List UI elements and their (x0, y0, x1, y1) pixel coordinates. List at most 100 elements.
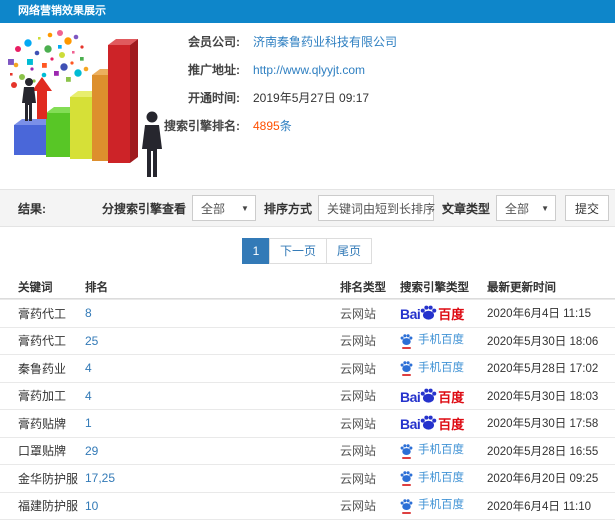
updated-time-cell: 2020年6月4日 11:10 (487, 500, 591, 513)
results-table: 关键词 排名 排名类型 搜索引擎类型 最新更新时间 膏药代工 8 云网站 Bai 百度 2020年… (0, 275, 615, 520)
last-page-button[interactable]: 尾页 (326, 238, 373, 264)
dropdown-arrow-icon: ▼ (541, 203, 549, 213)
rank-type-cell: 云网站 (340, 334, 377, 349)
bar-red (108, 39, 138, 163)
baidu-logo-cn: 百度 (438, 417, 465, 433)
sort-filter-label: 排序方式 (263, 201, 312, 216)
rank-cell[interactable]: 1 (85, 416, 340, 430)
table-row: 福建防护服 10 云网站 手机百度 2020年6月4日 11:10 (0, 491, 615, 520)
keyword-cell: 秦鲁药业 (18, 361, 67, 376)
submit-button[interactable]: 提交 (564, 195, 609, 221)
baidu-logo-bai: Bai (400, 306, 421, 323)
column-header: 排名类型 (340, 281, 386, 294)
rank-type-cell: 云网站 (340, 499, 377, 514)
keyword-cell: 金华防护服 (18, 471, 79, 486)
mobile-baidu-paw-icon (400, 470, 413, 487)
count-suffix: 条 (279, 119, 292, 133)
engine-filter-select[interactable]: 全部 ▼ (191, 195, 256, 221)
info-value: 4895 (253, 118, 280, 133)
mobile-baidu-label: 手机百度 (418, 334, 464, 346)
window-title-bar: 网络营销效果展示 (0, 0, 615, 23)
updated-time-cell: 2020年5月28日 16:55 (487, 445, 599, 458)
mobile-baidu-paw-icon (400, 333, 413, 349)
baidu-logo: Bai 百度 (400, 414, 464, 431)
engine-cell: 手机百度 (400, 443, 487, 459)
table-row: 金华防护服 17,25 云网站 手机百度 2020年6月20日 09:25 (0, 464, 615, 492)
rank-cell[interactable]: 10 (85, 499, 340, 513)
column-header: 排名 (85, 281, 108, 294)
mobile-baidu-logo: 手机百度 (400, 443, 464, 459)
rank-cell[interactable]: 17,25 (85, 471, 340, 485)
engine-cell: 手机百度 (400, 470, 487, 487)
rank-cell[interactable]: 8 (85, 306, 340, 320)
rank-cell[interactable]: 25 (85, 334, 340, 348)
info-label: 会员公司: (188, 35, 240, 49)
engine-cell: Bai 百度 (400, 387, 487, 405)
engine-cell: Bai 百度 (400, 414, 487, 432)
baidu-logo-bai: Bai (400, 388, 421, 405)
info-row: 开通时间: 2019年5月27日 09:17 (138, 91, 397, 105)
keyword-cell: 口罩贴牌 (18, 444, 67, 459)
mobile-baidu-label: 手机百度 (418, 361, 464, 374)
filter-bar: 结果: 分搜索引擎查看 全部 ▼ 排序方式 关键词由短到长排序 ▼ 文章类型 全部 ▼ 提交 (0, 189, 615, 227)
mobile-baidu-underline (402, 346, 411, 349)
keyword-cell: 福建防护服 (18, 499, 79, 514)
rank-cell[interactable]: 4 (85, 389, 340, 403)
info-value[interactable]: 济南秦鲁药业科技有限公司 (253, 33, 397, 50)
info-label: 开通时间: (188, 91, 240, 105)
mobile-baidu-logo: 手机百度 (400, 360, 464, 377)
mobile-baidu-paw-icon (400, 360, 413, 377)
info-label: 推广地址: (188, 63, 240, 77)
article-type-filter-select[interactable]: 全部 ▼ (495, 195, 556, 221)
baidu-logo-bai: Bai (400, 416, 421, 433)
info-row: 搜索引擎排名: 4895 条 (138, 118, 397, 134)
page: 网络营销效果展示 会员公司: 济南秦鲁药业科技有限公司 推广地址: http:/… (0, 0, 615, 520)
info-row: 会员公司: 济南秦鲁药业科技有限公司 (138, 33, 397, 50)
baidu-paw-icon (421, 415, 437, 430)
rank-cell[interactable]: 29 (85, 444, 340, 458)
businessman-left (22, 78, 36, 121)
info-value[interactable]: http://www.qlyyjt.com (253, 63, 365, 77)
keyword-cell: 膏药代工 (18, 334, 67, 349)
updated-time-cell: 2020年5月30日 18:06 (487, 335, 599, 348)
baidu-paw-icon (421, 305, 437, 320)
updated-time-cell: 2020年6月20日 09:25 (487, 473, 599, 486)
mobile-baidu-paw-icon (400, 443, 413, 459)
table-row: 膏药代工 8 云网站 Bai 百度 2020年6月4日 11:15 (0, 299, 615, 327)
top-section: 会员公司: 济南秦鲁药业科技有限公司 推广地址: http://www.qlyyjt.… (0, 23, 615, 189)
mobile-baidu-label: 手机百度 (418, 471, 464, 484)
engine-cell: 手机百度 (400, 333, 487, 349)
rank-cell[interactable]: 4 (85, 361, 340, 375)
filter-group: 分搜索引擎查看 全部 ▼ 排序方式 关键词由短到长排序 ▼ 文章类型 全部 ▼ 提交 (94, 195, 609, 221)
next-page-button[interactable]: 下一页 (268, 238, 327, 264)
rank-type-cell: 云网站 (340, 416, 377, 431)
table-row: 膏药加工 4 云网站 Bai 百度 2020年5月30日 18:03 (0, 381, 615, 410)
mobile-baidu-paw-icon (400, 498, 413, 514)
baidu-logo: Bai 百度 (400, 387, 464, 404)
rank-type-cell: 云网站 (340, 306, 377, 321)
column-header: 最新更新时间 (487, 281, 556, 294)
page-1-button[interactable]: 1 (241, 238, 270, 264)
mobile-baidu-logo: 手机百度 (400, 333, 464, 349)
column-header: 搜索引擎类型 (400, 281, 469, 294)
table-body: 膏药代工 8 云网站 Bai 百度 2020年6月4日 11:15 膏药代工 25 云网站 手机百… (0, 299, 615, 520)
sort-filter-select[interactable]: 关键词由短到长排序 ▼ (317, 195, 449, 221)
mobile-baidu-label: 手机百度 (418, 499, 464, 511)
table-header-row: 关键词 排名 排名类型 搜索引擎类型 最新更新时间 (0, 275, 615, 299)
company-info-form: 会员公司: 济南秦鲁药业科技有限公司 推广地址: http://www.qlyyjt.… (138, 35, 397, 147)
engine-filter-value: 全部 (200, 201, 225, 216)
dropdown-arrow-icon: ▼ (241, 203, 249, 213)
info-row: 推广地址: http://www.qlyyjt.com (138, 63, 397, 78)
updated-time-cell: 2020年6月4日 11:15 (487, 308, 591, 321)
pagination: 1 下一页 尾页 (0, 227, 615, 275)
mobile-baidu-logo: 手机百度 (400, 470, 464, 487)
article-type-filter-label: 文章类型 (441, 201, 490, 216)
updated-time-cell: 2020年5月28日 17:02 (487, 363, 599, 376)
table-row: 膏药贴牌 1 云网站 Bai 百度 2020年5月30日 17:58 (0, 409, 615, 437)
baidu-logo-cn: 百度 (438, 307, 465, 323)
keyword-cell: 膏药代工 (18, 306, 67, 321)
column-header: 关键词 (18, 281, 53, 294)
keyword-cell: 膏药贴牌 (18, 416, 67, 431)
baidu-logo-cn: 百度 (438, 389, 465, 405)
sort-filter-value: 关键词由短到长排序 (326, 201, 435, 216)
